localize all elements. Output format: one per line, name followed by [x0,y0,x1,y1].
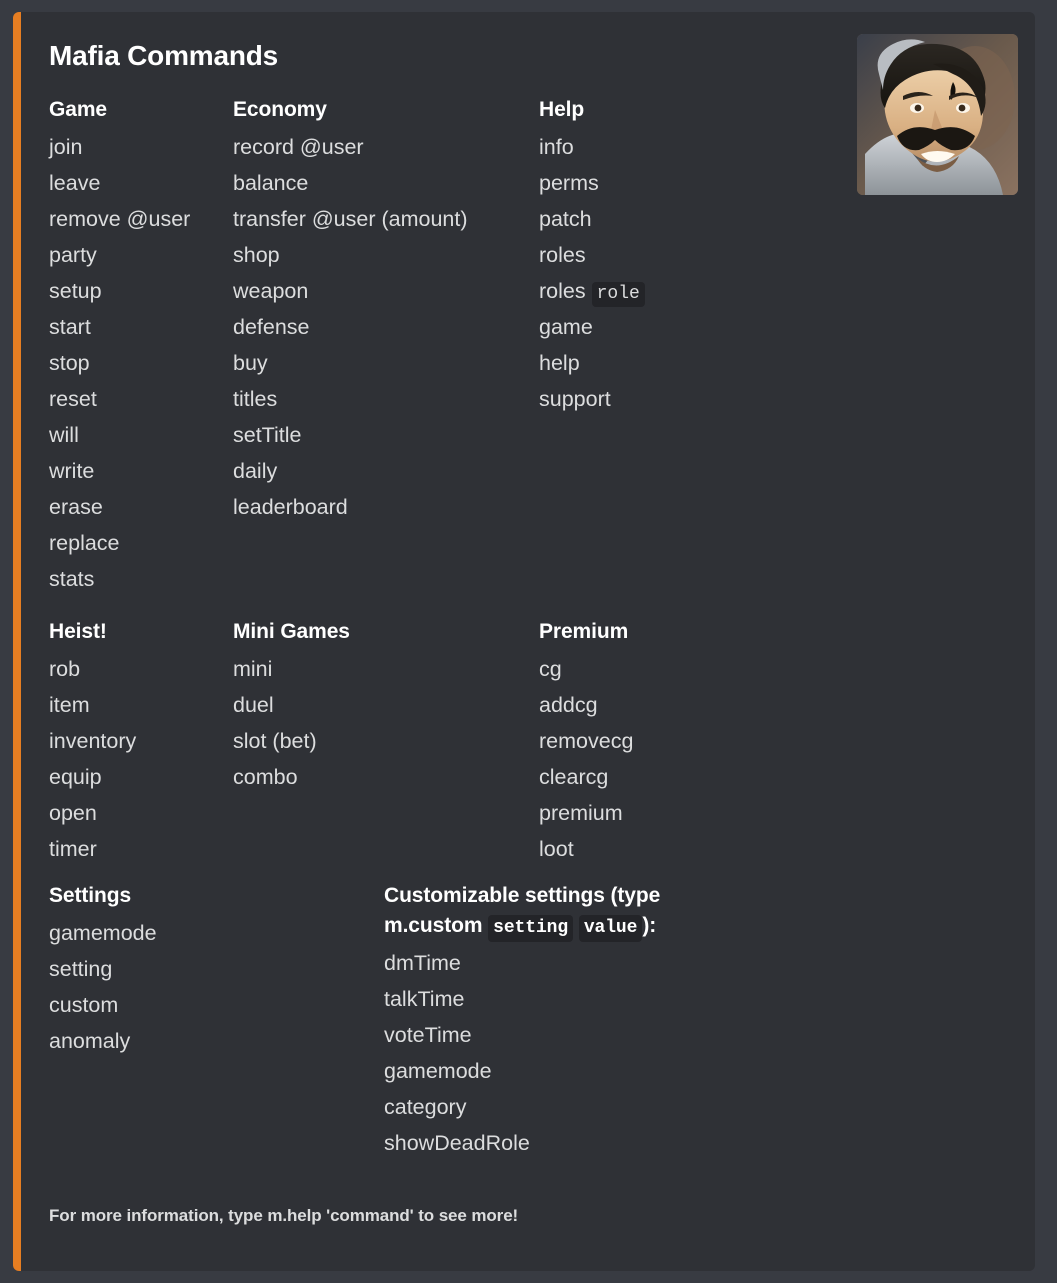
list-item: clearcg [539,759,1015,795]
field-economy-title: Economy [233,95,539,125]
field-minigames-title: Mini Games [233,617,539,647]
list-item: write [49,453,233,489]
list-item: daily [233,453,539,489]
field-heist: Heist! rob item inventory equip open tim… [49,617,233,867]
field-premium: Premium cg addcg removecg clearcg premiu… [539,617,1015,867]
field-settings-title: Settings [49,881,384,911]
list-item: timer [49,831,233,867]
field-minigames-list: mini duel slot (bet) combo [233,651,539,795]
list-item-roles-role: roles role [539,273,1015,309]
value-code-token: value [579,915,643,942]
list-item: custom [49,987,384,1023]
list-item: gamemode [384,1053,1015,1089]
list-item: shop [233,237,539,273]
list-item: remove @user [49,201,233,237]
list-item: category [384,1089,1015,1125]
list-item: buy [233,345,539,381]
list-item: patch [539,201,1015,237]
list-item: party [49,237,233,273]
list-item: weapon [233,273,539,309]
list-item: open [49,795,233,831]
roles-label: roles [539,279,586,303]
list-item: roles [539,237,1015,273]
list-item: showDeadRole [384,1125,1015,1161]
list-item: duel [233,687,539,723]
list-item: balance [233,165,539,201]
list-item: premium [539,795,1015,831]
field-settings: Settings gamemode setting custom anomaly [49,881,384,1161]
field-heist-title: Heist! [49,617,233,647]
list-item: reset [49,381,233,417]
embed-thumbnail[interactable] [857,34,1018,195]
list-item: help [539,345,1015,381]
list-item: defense [233,309,539,345]
list-item: stats [49,561,233,597]
list-item: setting [49,951,384,987]
list-item: join [49,129,233,165]
field-heist-list: rob item inventory equip open timer [49,651,233,867]
mafia-character-portrait-icon [857,34,1018,195]
list-item: start [49,309,233,345]
field-row-2: Heist! rob item inventory equip open tim… [49,617,1015,867]
list-item: item [49,687,233,723]
discord-message-area: Mafia Commands Game join leave remove @u… [0,0,1057,1283]
field-row-3: Settings gamemode setting custom anomaly… [49,881,1015,1161]
list-item: inventory [49,723,233,759]
list-item: equip [49,759,233,795]
list-item: erase [49,489,233,525]
field-economy-list: record @user balance transfer @user (amo… [233,129,539,525]
list-item: transfer @user (amount) [233,201,539,237]
list-item: mini [233,651,539,687]
field-customizable-settings-list: dmTime talkTime voteTime gamemode catego… [384,945,1015,1161]
customizable-title-part2: ): [642,914,656,937]
list-item: slot (bet) [233,723,539,759]
list-item: anomaly [49,1023,384,1059]
field-minigames: Mini Games mini duel slot (bet) combo [233,617,539,867]
field-premium-list: cg addcg removecg clearcg premium loot [539,651,1015,867]
list-item: support [539,381,1015,417]
list-item: leaderboard [233,489,539,525]
field-customizable-settings-title: Customizable settings (type m.custom set… [384,881,734,941]
list-item: cg [539,651,1015,687]
list-item: addcg [539,687,1015,723]
field-premium-title: Premium [539,617,1015,647]
list-item: game [539,309,1015,345]
list-item: setTitle [233,417,539,453]
embed-footer-text: For more information, type m.help 'comma… [49,1205,518,1227]
field-customizable-settings: Customizable settings (type m.custom set… [384,881,1015,1161]
list-item: dmTime [384,945,1015,981]
list-item: combo [233,759,539,795]
list-item: talkTime [384,981,1015,1017]
list-item: replace [49,525,233,561]
list-item: rob [49,651,233,687]
field-game-title: Game [49,95,233,125]
list-item: titles [233,381,539,417]
list-item: gamemode [49,915,384,951]
list-item: leave [49,165,233,201]
setting-code-token: setting [488,915,573,942]
list-item: record @user [233,129,539,165]
field-game-list: join leave remove @user party setup star… [49,129,233,597]
list-item: voteTime [384,1017,1015,1053]
list-item: removecg [539,723,1015,759]
list-item: stop [49,345,233,381]
list-item: will [49,417,233,453]
list-item: setup [49,273,233,309]
role-code-token: role [592,282,645,307]
field-settings-list: gamemode setting custom anomaly [49,915,384,1059]
field-economy: Economy record @user balance transfer @u… [233,95,539,597]
command-list-embed: Mafia Commands Game join leave remove @u… [13,12,1035,1271]
field-game: Game join leave remove @user party setup… [49,95,233,597]
list-item: loot [539,831,1015,867]
